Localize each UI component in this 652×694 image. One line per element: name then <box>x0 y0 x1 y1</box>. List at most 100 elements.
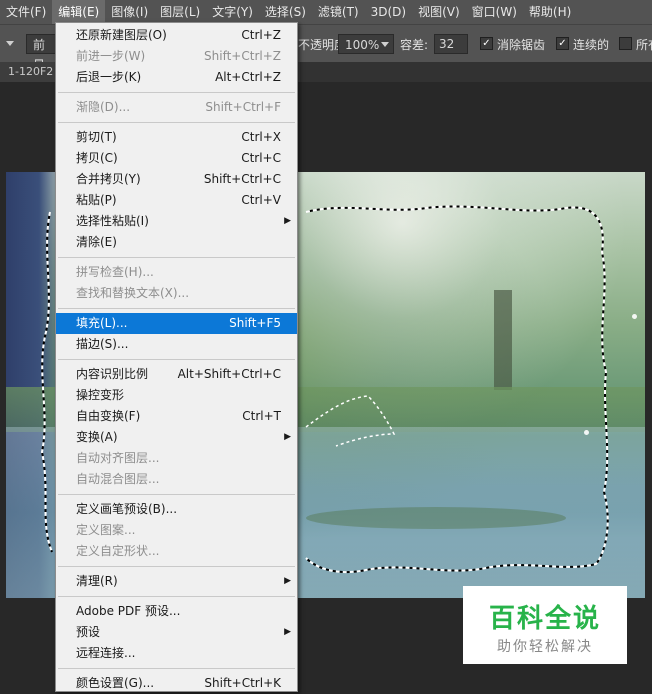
menu-separator <box>58 257 295 258</box>
menu-item[interactable]: 定义自定形状... <box>56 541 297 562</box>
menu-item[interactable]: 变换(A) ▶ <box>56 427 297 448</box>
menu-item[interactable]: 清理(R) ▶ <box>56 571 297 592</box>
antialias-checkbox[interactable]: ✓ <box>480 37 493 50</box>
opacity-dropdown[interactable]: 100% <box>338 34 394 54</box>
menu-item[interactable]: 自动对齐图层... <box>56 448 297 469</box>
menu-item[interactable]: 剪切(T) Ctrl+X <box>56 127 297 148</box>
menu-item[interactable]: 预设 ▶ <box>56 622 297 643</box>
menu-separator <box>58 596 295 597</box>
menu-item-label: 后退一步(K) <box>76 70 142 84</box>
menu-item-label: 操控变形 <box>76 388 125 402</box>
menu-type[interactable]: 文字(Y) <box>206 0 259 24</box>
menu-separator <box>58 92 295 93</box>
menu-item-label: 前进一步(W) <box>76 49 146 63</box>
all-layers-label: 所有 <box>636 38 652 52</box>
menu-item-shortcut: Ctrl+C <box>241 151 281 165</box>
check-icon: ✓ <box>482 38 491 49</box>
menu-item[interactable]: 还原新建图层(O) Ctrl+Z <box>56 25 297 46</box>
menu-item-shortcut: Shift+F5 <box>229 316 281 330</box>
menu-select[interactable]: 选择(S) <box>259 0 312 24</box>
menu-item[interactable]: Adobe PDF 预设... <box>56 601 297 622</box>
all-layers-checkbox[interactable] <box>619 37 632 50</box>
menu-item-label: 清理(R) <box>76 574 118 588</box>
menu-layer[interactable]: 图层(L) <box>154 0 206 24</box>
menu-item[interactable]: 选择性粘贴(I) ▶ <box>56 211 297 232</box>
menu-item-label: 内容识别比例 <box>76 367 149 381</box>
tolerance-input[interactable]: 32 <box>434 34 468 54</box>
menu-view[interactable]: 视图(V) <box>412 0 466 24</box>
menu-item-label: 查找和替换文本(X)... <box>76 286 190 300</box>
submenu-arrow-icon: ▶ <box>284 627 291 637</box>
menu-item[interactable]: 清除(E) <box>56 232 297 253</box>
menu-item-label: 还原新建图层(O) <box>76 28 167 42</box>
menu-edit[interactable]: 编辑(E) <box>52 0 106 24</box>
menu-item-label: 粘贴(P) <box>76 193 117 207</box>
menu-item-label: 变换(A) <box>76 430 118 444</box>
menu-item[interactable]: 粘贴(P) Ctrl+V <box>56 190 297 211</box>
menu-item-shortcut: Alt+Ctrl+Z <box>215 70 281 84</box>
submenu-arrow-icon: ▶ <box>284 576 291 586</box>
menu-separator <box>58 122 295 123</box>
menu-item[interactable]: 拷贝(C) Ctrl+C <box>56 148 297 169</box>
menu-item-label: 选择性粘贴(I) <box>76 214 149 228</box>
menu-item[interactable]: 描边(S)... <box>56 334 297 355</box>
menu-item-shortcut: Ctrl+X <box>241 130 281 144</box>
menu-item[interactable]: 查找和替换文本(X)... <box>56 283 297 304</box>
menu-file[interactable]: 文件(F) <box>0 0 52 24</box>
menu-item[interactable]: 渐隐(D)... Shift+Ctrl+F <box>56 97 297 118</box>
menu-item-label: 填充(L)... <box>76 316 128 330</box>
menu-item[interactable]: 颜色设置(G)... Shift+Ctrl+K <box>56 673 297 694</box>
chevron-down-icon <box>381 42 389 47</box>
menu-item-label: 清除(E) <box>76 235 117 249</box>
menu-separator <box>58 668 295 669</box>
menu-item[interactable]: 定义图案... <box>56 520 297 541</box>
menu-item[interactable]: 后退一步(K) Alt+Ctrl+Z <box>56 67 297 88</box>
menu-item-label: 描边(S)... <box>76 337 129 351</box>
menu-item-label: 定义自定形状... <box>76 544 160 558</box>
menu-item-label: 定义画笔预设(B)... <box>76 502 178 516</box>
menu-item-label: 远程连接... <box>76 646 136 660</box>
menu-item-label: 拼写检查(H)... <box>76 265 154 279</box>
opacity-value: 100% <box>345 38 380 52</box>
menu-item-label: 预设 <box>76 625 101 639</box>
contiguous-checkbox[interactable]: ✓ <box>556 37 569 50</box>
menu-image[interactable]: 图像(I) <box>105 0 154 24</box>
menu-item-shortcut: Alt+Shift+Ctrl+C <box>177 367 281 381</box>
menu-item-shortcut: Shift+Ctrl+Z <box>204 49 281 63</box>
menu-item-label: 自动混合图层... <box>76 472 160 486</box>
menu-bar: 文件(F) 编辑(E) 图像(I) 图层(L) 文字(Y) 选择(S) 滤镜(T… <box>0 0 652 24</box>
menu-item-label: 颜色设置(G)... <box>76 676 155 690</box>
menu-item-shortcut: Ctrl+T <box>242 409 281 423</box>
menu-item[interactable]: 自动混合图层... <box>56 469 297 490</box>
menu-window[interactable]: 窗口(W) <box>466 0 523 24</box>
menu-filter[interactable]: 滤镜(T) <box>312 0 365 24</box>
menu-separator <box>58 359 295 360</box>
menu-separator <box>58 494 295 495</box>
menu-item-label: 渐隐(D)... <box>76 100 131 114</box>
menu-item[interactable]: 定义画笔预设(B)... <box>56 499 297 520</box>
watermark-badge: 百科全说 助你轻松解决 <box>463 586 627 664</box>
menu-item[interactable]: 远程连接... <box>56 643 297 664</box>
menu-item-shortcut: Shift+Ctrl+C <box>203 172 281 186</box>
menu-item[interactable]: 拼写检查(H)... <box>56 262 297 283</box>
submenu-arrow-icon: ▶ <box>284 216 291 226</box>
tolerance-label: 容差: <box>400 38 429 52</box>
menu-item-label: 合并拷贝(Y) <box>76 172 141 186</box>
menu-3d[interactable]: 3D(D) <box>365 0 412 24</box>
contiguous-label: 连续的 <box>573 38 610 52</box>
menu-item[interactable]: 前进一步(W) Shift+Ctrl+Z <box>56 46 297 67</box>
menu-item-label: 剪切(T) <box>76 130 117 144</box>
edit-dropdown-menu: 还原新建图层(O) Ctrl+Z 前进一步(W) Shift+Ctrl+Z 后退一步(K… <box>55 22 298 692</box>
menu-item[interactable]: 合并拷贝(Y) Shift+Ctrl+C <box>56 169 297 190</box>
menu-help[interactable]: 帮助(H) <box>523 0 577 24</box>
menu-item-shortcut: Ctrl+V <box>241 193 281 207</box>
menu-item-label: 自由变换(F) <box>76 409 141 423</box>
menu-item[interactable]: 自由变换(F) Ctrl+T <box>56 406 297 427</box>
tool-preset-icon[interactable] <box>6 39 14 47</box>
menu-item[interactable]: 填充(L)... Shift+F5 <box>56 313 297 334</box>
submenu-arrow-icon: ▶ <box>284 432 291 442</box>
menu-item-shortcut: Shift+Ctrl+K <box>204 676 281 690</box>
menu-item[interactable]: 内容识别比例 Alt+Shift+Ctrl+C <box>56 364 297 385</box>
menu-item[interactable]: 操控变形 <box>56 385 297 406</box>
antialias-label: 消除锯齿 <box>497 38 546 52</box>
